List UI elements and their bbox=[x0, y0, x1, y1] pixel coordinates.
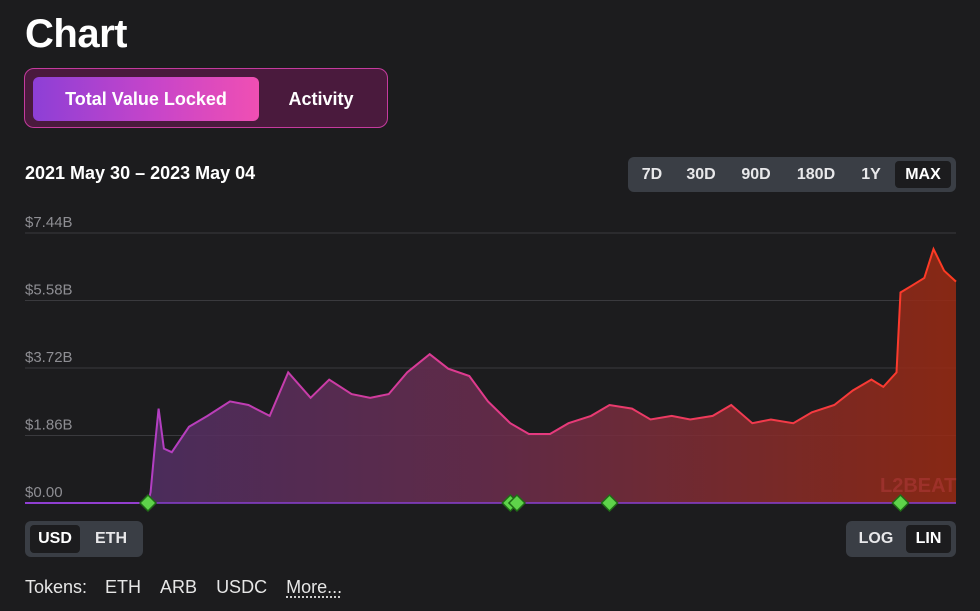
usd-button[interactable]: USD bbox=[30, 525, 80, 553]
range-7d-button[interactable]: 7D bbox=[634, 161, 670, 188]
lin-button[interactable]: LIN bbox=[906, 525, 951, 553]
more-tokens-link[interactable]: More... bbox=[286, 577, 342, 598]
tvl-area bbox=[25, 249, 956, 503]
l2beat-watermark-logo: L2BEAT bbox=[880, 475, 956, 497]
range-1y-button[interactable]: 1Y bbox=[853, 161, 889, 188]
token-eth[interactable]: ETH bbox=[105, 577, 141, 598]
activity-tab[interactable]: Activity bbox=[259, 77, 383, 121]
y-tick-label: $3.72B bbox=[25, 349, 73, 366]
time-range-selector: 7D 30D 90D 180D 1Y MAX bbox=[628, 157, 956, 192]
range-180d-button[interactable]: 180D bbox=[788, 161, 844, 188]
token-arb[interactable]: ARB bbox=[160, 577, 197, 598]
currency-selector: USD ETH bbox=[25, 521, 143, 557]
y-tick-label: $7.44B bbox=[25, 214, 73, 231]
scale-selector: LOG LIN bbox=[846, 521, 956, 557]
range-max-button[interactable]: MAX bbox=[895, 161, 951, 188]
tokens-label: Tokens: bbox=[25, 577, 88, 597]
y-tick-label: $1.86B bbox=[25, 417, 73, 434]
eth-button[interactable]: ETH bbox=[85, 525, 137, 553]
date-range-label: 2021 May 30 – 2023 May 04 bbox=[25, 163, 256, 183]
y-tick-label: $0.00 bbox=[25, 484, 63, 501]
token-usdc[interactable]: USDC bbox=[216, 577, 267, 598]
range-30d-button[interactable]: 30D bbox=[678, 161, 724, 188]
page-title: Chart bbox=[25, 12, 127, 56]
tokens-row: Tokens: ETH ARB USDC More... bbox=[25, 577, 342, 598]
chart-type-toggle: Total Value Locked Activity bbox=[24, 68, 388, 128]
log-button[interactable]: LOG bbox=[851, 525, 901, 553]
y-tick-label: $5.58B bbox=[25, 282, 73, 299]
tvl-tab[interactable]: Total Value Locked bbox=[33, 77, 259, 121]
range-90d-button[interactable]: 90D bbox=[733, 161, 779, 188]
tvl-chart: $7.44B $5.58B $3.72B $1.86B $0.00 L2BEAT bbox=[25, 214, 957, 513]
